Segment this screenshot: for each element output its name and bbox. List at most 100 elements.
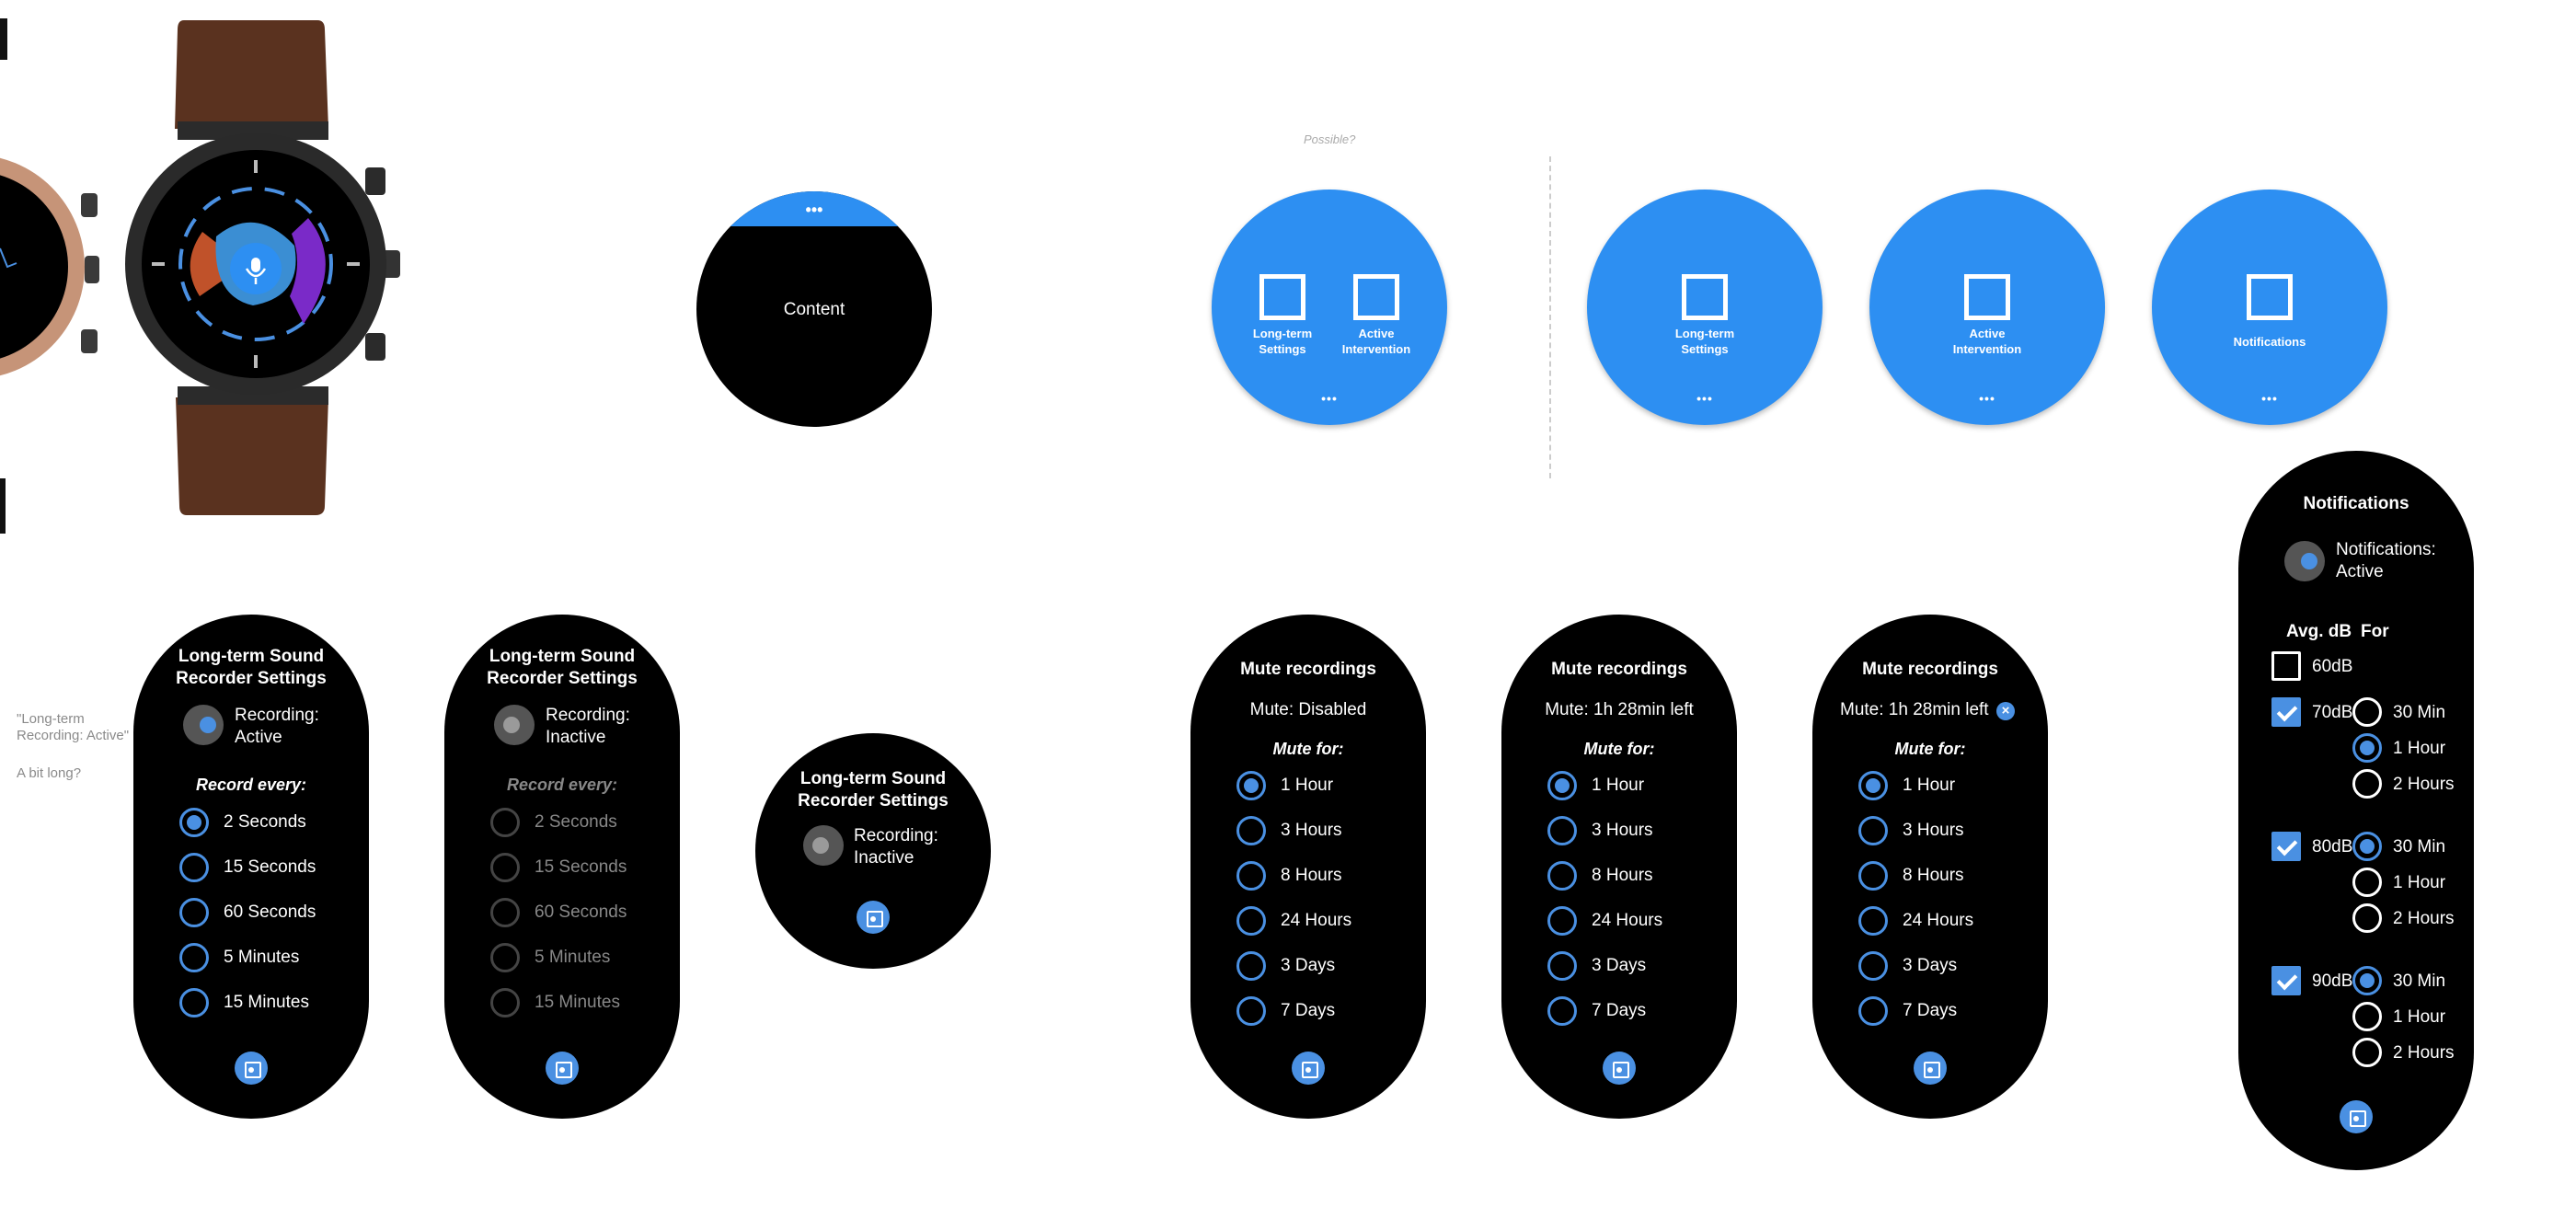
notifications-label[interactable]: Notifications — [2224, 334, 2316, 350]
active-intervention-icon[interactable] — [1353, 274, 1399, 320]
duration-radio[interactable] — [2352, 832, 2382, 861]
active-intervention-icon[interactable] — [1964, 274, 2010, 320]
save-button[interactable] — [546, 1052, 579, 1085]
level-checkbox-70db[interactable] — [2271, 697, 2301, 727]
duration-radio[interactable] — [2352, 769, 2382, 799]
active-intervention-label-1[interactable]: Active — [1330, 326, 1422, 341]
more-dots[interactable]: ••• — [2152, 392, 2387, 405]
save-button[interactable] — [1914, 1052, 1947, 1085]
mute-for-label: Mute for: — [1583, 740, 1655, 758]
more-dots[interactable]: ••• — [1212, 392, 1447, 405]
duration-radio[interactable] — [2352, 868, 2382, 897]
duration-radio[interactable] — [2352, 903, 2382, 933]
notifications-icon[interactable] — [2247, 274, 2293, 320]
level-label: 80dB — [2312, 837, 2353, 856]
level-checkbox-90db[interactable] — [2271, 966, 2301, 995]
duration-radio[interactable] — [2352, 966, 2382, 995]
mute-status: Mute: 1h 28min left — [1545, 700, 1694, 719]
screen-title: Mute recordings — [1551, 660, 1687, 679]
tile-notifications: Notifications ••• — [2152, 190, 2387, 425]
active-intervention-label-2[interactable]: Intervention — [1330, 341, 1422, 357]
recording-toggle[interactable] — [494, 705, 535, 745]
notifications-label: Notifications: — [2336, 540, 2436, 559]
screen-title-line-1: Long-term Sound — [799, 769, 947, 788]
level-checkbox-80db[interactable] — [2271, 832, 2301, 861]
duration-label: 2 Hours — [2393, 1043, 2455, 1063]
avg-db-header: Avg. dB — [2286, 622, 2352, 641]
recording-label: Recording: — [235, 706, 319, 725]
save-button[interactable] — [857, 901, 890, 934]
screen-title-line-2: Recorder Settings — [176, 669, 327, 688]
watch-leather-image — [125, 20, 400, 515]
template-content-label: Content — [783, 300, 845, 319]
screen-title: Notifications — [2303, 494, 2409, 513]
recording-state: Active — [235, 728, 282, 747]
mute-status: Mute: Disabled — [1249, 700, 1367, 719]
recording-label: Recording: — [854, 826, 938, 845]
long-term-settings-label-1[interactable]: Long-term — [1236, 326, 1328, 341]
notifications-state: Active — [2336, 562, 2384, 581]
mute-disabled-screen: Mute recordings Mute: Disabled Mute for:… — [1190, 615, 1426, 1119]
tile-long-term-settings: Long-term Settings ••• — [1587, 190, 1823, 425]
mute-for-label: Mute for: — [1272, 740, 1344, 758]
notifications-screen: Notifications Notifications: Active Avg.… — [2238, 451, 2474, 1170]
mute-active-clear-screen: Mute recordings Mute: 1h 28min left × Mu… — [1812, 615, 2048, 1119]
longterm-inactive-screen: Long-term Sound Recorder Settings Record… — [444, 615, 680, 1119]
save-button[interactable] — [2340, 1100, 2373, 1133]
template-dots[interactable]: ••• — [696, 201, 932, 220]
long-term-settings-label-2[interactable]: Settings — [1236, 341, 1328, 357]
level-label: 60dB — [2312, 657, 2353, 676]
record-every-label: Record every: — [506, 776, 618, 794]
recording-toggle[interactable] — [183, 705, 224, 745]
long-term-settings-icon[interactable] — [1682, 274, 1728, 320]
level-label: 90dB — [2312, 971, 2353, 991]
mute-active-screen: Mute recordings Mute: 1h 28min left Mute… — [1501, 615, 1737, 1119]
record-every-label: Record every: — [195, 776, 307, 794]
more-dots[interactable]: ••• — [1869, 392, 2105, 405]
screen-title-line-1: Long-term Sound — [178, 647, 325, 666]
save-button[interactable] — [235, 1052, 268, 1085]
duration-label: 1 Hour — [2393, 739, 2446, 758]
screen-title-line-2: Recorder Settings — [798, 791, 949, 810]
duration-label: 30 Min — [2393, 703, 2446, 722]
possible-note: Possible? — [1304, 132, 1356, 146]
screen-title-line-1: Long-term Sound — [489, 647, 636, 666]
active-intervention-label-1[interactable]: Active — [1941, 326, 2033, 341]
duration-radio[interactable] — [2352, 697, 2382, 727]
duration-radio[interactable] — [2352, 1002, 2382, 1031]
save-button[interactable] — [1603, 1052, 1636, 1085]
duration-label: 1 Hour — [2393, 873, 2446, 892]
mute-status: Mute: 1h 28min left — [1840, 700, 1989, 719]
active-intervention-label-2[interactable]: Intervention — [1941, 341, 2033, 357]
recording-toggle[interactable] — [803, 825, 844, 866]
divider — [1549, 156, 1551, 478]
long-term-settings-icon[interactable] — [1259, 274, 1305, 320]
recording-state: Inactive — [546, 728, 606, 747]
duration-label: 30 Min — [2393, 837, 2446, 856]
recording-label: Recording: — [546, 706, 630, 725]
notifications-toggle[interactable] — [2284, 541, 2325, 581]
duration-label: 2 Hours — [2393, 909, 2455, 928]
clear-mute-icon[interactable]: × — [1996, 702, 2015, 720]
duration-label: 1 Hour — [2393, 1007, 2446, 1027]
for-header: For — [2361, 622, 2389, 641]
a-bit-long-note: A bit long? — [17, 765, 82, 781]
template-watch-screen: ••• Content — [696, 191, 932, 427]
more-dots[interactable]: ••• — [1587, 392, 1823, 405]
save-button[interactable] — [1292, 1052, 1325, 1085]
screen-title: Mute recordings — [1862, 660, 1998, 679]
duration-radio[interactable] — [2352, 1038, 2382, 1067]
duration-label: 30 Min — [2393, 971, 2446, 991]
tile-active-intervention: Active Intervention ••• — [1869, 190, 2105, 425]
duration-label: 2 Hours — [2393, 775, 2455, 794]
long-term-settings-label-2[interactable]: Settings — [1659, 341, 1751, 357]
level-label: 70dB — [2312, 703, 2353, 722]
screen-title: Mute recordings — [1240, 660, 1376, 679]
level-checkbox-60db[interactable] — [2271, 651, 2301, 681]
screen-title-line-2: Recorder Settings — [487, 669, 638, 688]
long-term-settings-label-1[interactable]: Long-term — [1659, 326, 1751, 341]
duration-radio[interactable] — [2352, 733, 2382, 763]
longterm-compact-screen: Long-term Sound Recorder Settings Record… — [755, 733, 991, 969]
longterm-active-screen: Long-term Sound Recorder Settings Record… — [133, 615, 369, 1119]
mute-for-label: Mute for: — [1894, 740, 1966, 758]
